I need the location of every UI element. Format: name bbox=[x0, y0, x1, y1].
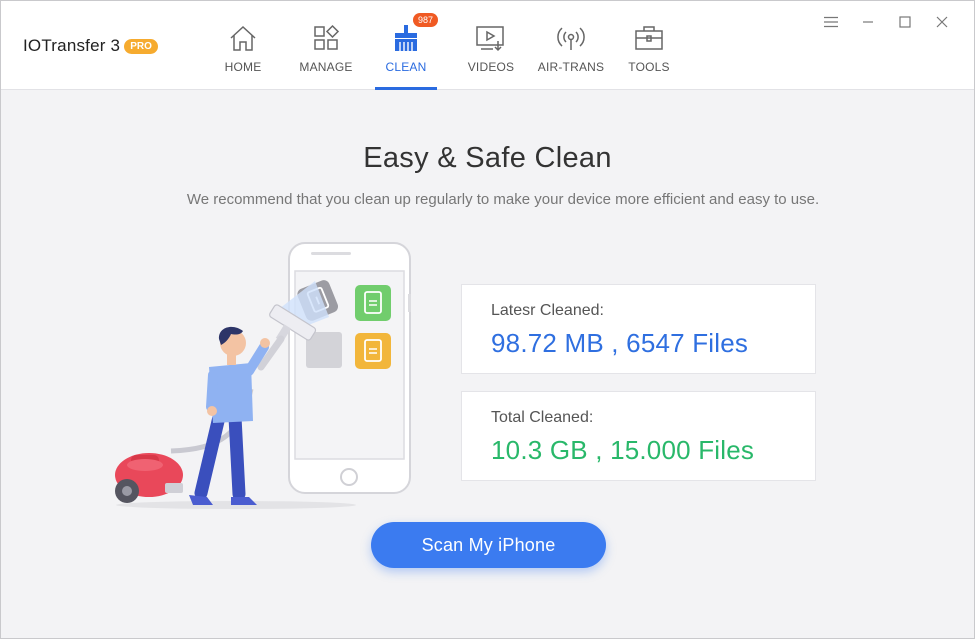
app-window: IOTransfer 3 PRO HOME MANAGE 987 CLEAN V… bbox=[0, 0, 975, 639]
nav-air-trans[interactable]: AIR-TRANS bbox=[531, 1, 611, 90]
nav-manage-label: MANAGE bbox=[299, 60, 353, 74]
nav-clean-label: CLEAN bbox=[385, 60, 427, 74]
maximize-icon bbox=[898, 16, 911, 28]
window-controls bbox=[812, 11, 960, 33]
app-name: IOTransfer 3 bbox=[23, 36, 121, 55]
scan-my-iphone-button[interactable]: Scan My iPhone bbox=[371, 522, 606, 568]
broom-icon bbox=[389, 23, 423, 55]
page-title: Easy & Safe Clean bbox=[363, 142, 612, 174]
pro-badge: PRO bbox=[124, 38, 158, 54]
page-subtitle: We recommend that you clean up regularly… bbox=[186, 191, 820, 208]
nav-videos[interactable]: VIDEOS bbox=[451, 1, 531, 90]
nav-air-trans-label: AIR-TRANS bbox=[537, 60, 605, 74]
latest-cleaned-value: 98.72 MB , 6547 Files bbox=[491, 328, 749, 358]
nav-tools-label: TOOLS bbox=[628, 60, 670, 74]
app-brand: IOTransfer 3 PRO bbox=[23, 36, 158, 56]
minimize-icon bbox=[862, 21, 873, 23]
close-button[interactable] bbox=[923, 11, 960, 33]
menu-button[interactable] bbox=[812, 11, 849, 33]
wireless-icon bbox=[554, 23, 588, 55]
menu-icon bbox=[823, 16, 838, 28]
active-tab-indicator bbox=[375, 87, 437, 90]
minimize-button[interactable] bbox=[849, 11, 886, 33]
total-cleaned-label: Total Cleaned: bbox=[491, 409, 594, 426]
nav-clean[interactable]: 987 CLEAN bbox=[375, 1, 439, 90]
nav-home-label: HOME bbox=[224, 60, 262, 74]
nav-home[interactable]: HOME bbox=[207, 1, 279, 90]
main-nav: HOME MANAGE 987 CLEAN VIDEOS AIR-TRANS T… bbox=[207, 1, 687, 90]
manage-icon bbox=[309, 23, 343, 55]
clean-count-badge: 987 bbox=[413, 13, 439, 27]
video-icon bbox=[474, 23, 508, 55]
close-icon bbox=[936, 16, 947, 28]
nav-videos-label: VIDEOS bbox=[467, 60, 515, 74]
maximize-button[interactable] bbox=[886, 11, 923, 33]
latest-cleaned-card: Latesr Cleaned: 98.72 MB , 6547 Files bbox=[461, 284, 816, 374]
total-cleaned-card: Total Cleaned: 10.3 GB , 15.000 Files bbox=[461, 391, 816, 481]
nav-tools[interactable]: TOOLS bbox=[611, 1, 687, 90]
total-cleaned-value: 10.3 GB , 15.000 Files bbox=[491, 435, 755, 465]
nav-manage[interactable]: MANAGE bbox=[281, 1, 371, 90]
cleaning-illustration bbox=[115, 242, 411, 509]
latest-cleaned-label: Latesr Cleaned: bbox=[491, 302, 604, 319]
top-bar: IOTransfer 3 PRO HOME MANAGE 987 CLEAN V… bbox=[1, 1, 974, 90]
home-icon bbox=[226, 23, 260, 55]
toolbox-icon bbox=[632, 23, 666, 55]
